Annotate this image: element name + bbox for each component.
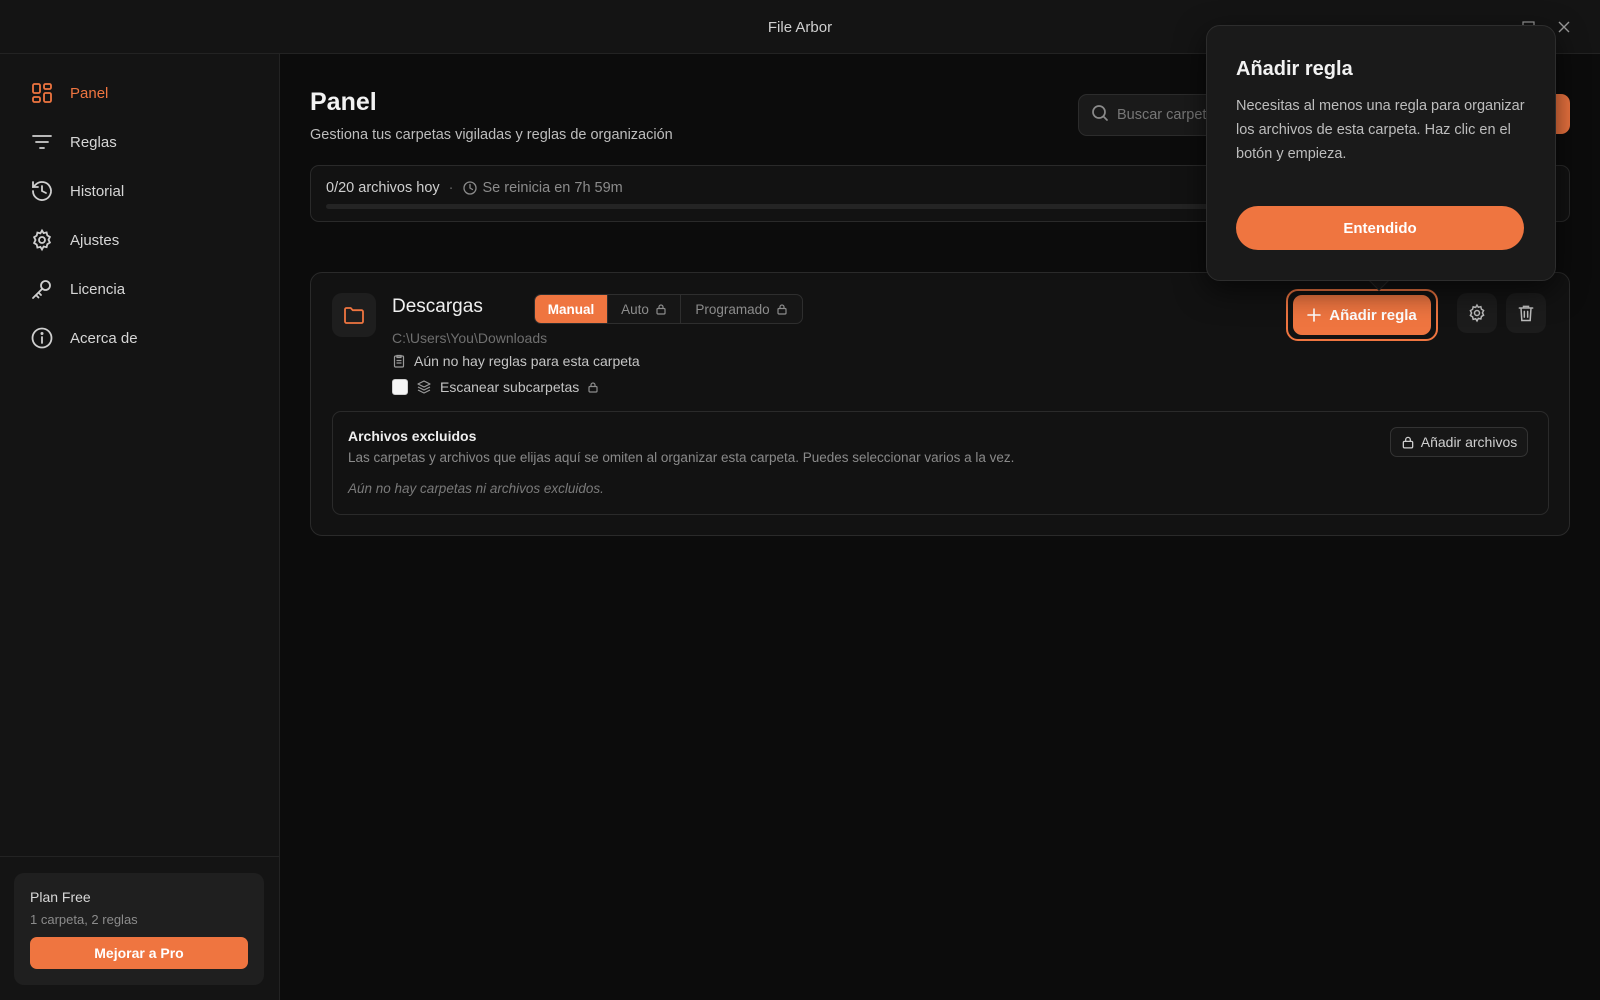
add-excluded-label: Añadir archivos	[1420, 434, 1518, 450]
history-icon	[28, 177, 56, 205]
popover-body: Necesitas al menos una regla para organi…	[1236, 98, 1525, 162]
rules-status-text: Aún no hay reglas para esta carpeta	[414, 353, 640, 369]
trash-icon	[1516, 303, 1536, 323]
folder-path: C:\Users\You\Downloads	[392, 330, 548, 346]
folder-rules-status: Aún no hay reglas para esta carpeta	[392, 353, 640, 369]
close-icon[interactable]	[1554, 17, 1574, 37]
sidebar-divider	[0, 856, 280, 857]
sidebar-item-label: Licencia	[70, 280, 126, 298]
sidebar-item-acerca-de[interactable]: Acerca de	[28, 320, 258, 356]
mode-label: Programado	[695, 301, 770, 317]
usage-count: 0/20 archivos hoy	[326, 180, 440, 196]
page-title: Panel	[310, 88, 377, 116]
plan-name: Plan Free	[30, 889, 91, 905]
clock-icon	[462, 181, 477, 195]
mode-label: Manual	[547, 301, 595, 317]
folder-card: Descargas Manual Auto Programado C:\User…	[310, 272, 1570, 536]
lock-icon	[587, 381, 599, 393]
folder-name: Descargas	[392, 296, 483, 317]
add-rule-label: Añadir regla	[1329, 306, 1417, 324]
add-excluded-files-button[interactable]: Añadir archivos	[1390, 427, 1528, 457]
search-icon	[1091, 104, 1109, 127]
folder-settings-button[interactable]	[1457, 293, 1497, 333]
sidebar-item-label: Reglas	[70, 133, 117, 151]
onboarding-popover: Añadir regla Necesitas al menos una regl…	[1206, 25, 1556, 281]
excluded-description: Las carpetas y archivos que elijas aquí …	[348, 450, 1015, 465]
plus-icon	[1307, 308, 1322, 322]
info-icon	[28, 324, 56, 352]
lock-icon	[1401, 435, 1415, 449]
popover-title: Añadir regla	[1236, 58, 1353, 80]
scan-subfolders-label: Escanear subcarpetas	[440, 379, 580, 395]
scan-subfolders-row: Escanear subcarpetas	[392, 379, 599, 395]
plan-limits: 1 carpeta, 2 reglas	[30, 912, 138, 927]
page-subtitle: Gestiona tus carpetas vigiladas y reglas…	[310, 127, 673, 143]
sidebar-item-ajustes[interactable]: Ajustes	[28, 222, 258, 258]
excluded-title: Archivos excluidos	[348, 428, 477, 444]
usage-separator: ·	[448, 180, 454, 196]
sidebar-item-label: Panel	[70, 84, 109, 102]
lock-icon	[655, 303, 667, 315]
reset-timer: Se reinicia en 7h 59m	[482, 180, 623, 196]
add-rule-button[interactable]: Añadir regla	[1293, 295, 1431, 335]
sidebar-item-licencia[interactable]: Licencia	[28, 271, 258, 307]
sidebar: Panel Reglas Historial Ajustes Licencia …	[0, 54, 280, 1000]
filter-icon	[28, 128, 56, 156]
key-icon	[28, 275, 56, 303]
sidebar-item-label: Ajustes	[70, 231, 120, 249]
mode-programado-tab[interactable]: Programado	[681, 295, 802, 323]
sidebar-item-panel[interactable]: Panel	[28, 75, 258, 111]
plan-card: Plan Free 1 carpeta, 2 reglas Mejorar a …	[14, 873, 264, 985]
layers-icon	[416, 379, 432, 395]
mode-auto-tab[interactable]: Auto	[608, 295, 681, 323]
sidebar-item-label: Acerca de	[70, 329, 138, 347]
delete-folder-button[interactable]	[1506, 293, 1546, 333]
excluded-empty-state: Aún no hay carpetas ni archivos excluido…	[348, 481, 604, 496]
popover-confirm-button[interactable]: Entendido	[1236, 206, 1524, 250]
gear-icon	[28, 226, 56, 254]
sidebar-item-historial[interactable]: Historial	[28, 173, 258, 209]
folder-icon	[332, 293, 376, 337]
lock-icon	[776, 303, 788, 315]
dashboard-icon	[28, 79, 56, 107]
mode-label: Auto	[621, 301, 649, 317]
excluded-files-panel: Archivos excluidos Las carpetas y archiv…	[332, 411, 1549, 515]
scan-subfolders-checkbox[interactable]	[392, 379, 408, 395]
mode-selector: Manual Auto Programado	[534, 294, 803, 324]
gear-icon	[1467, 303, 1487, 323]
mode-manual-tab[interactable]: Manual	[535, 295, 608, 323]
sidebar-item-label: Historial	[70, 182, 125, 200]
upgrade-button[interactable]: Mejorar a Pro	[30, 937, 248, 969]
sidebar-item-reglas[interactable]: Reglas	[28, 124, 258, 160]
clipboard-icon	[392, 354, 406, 368]
